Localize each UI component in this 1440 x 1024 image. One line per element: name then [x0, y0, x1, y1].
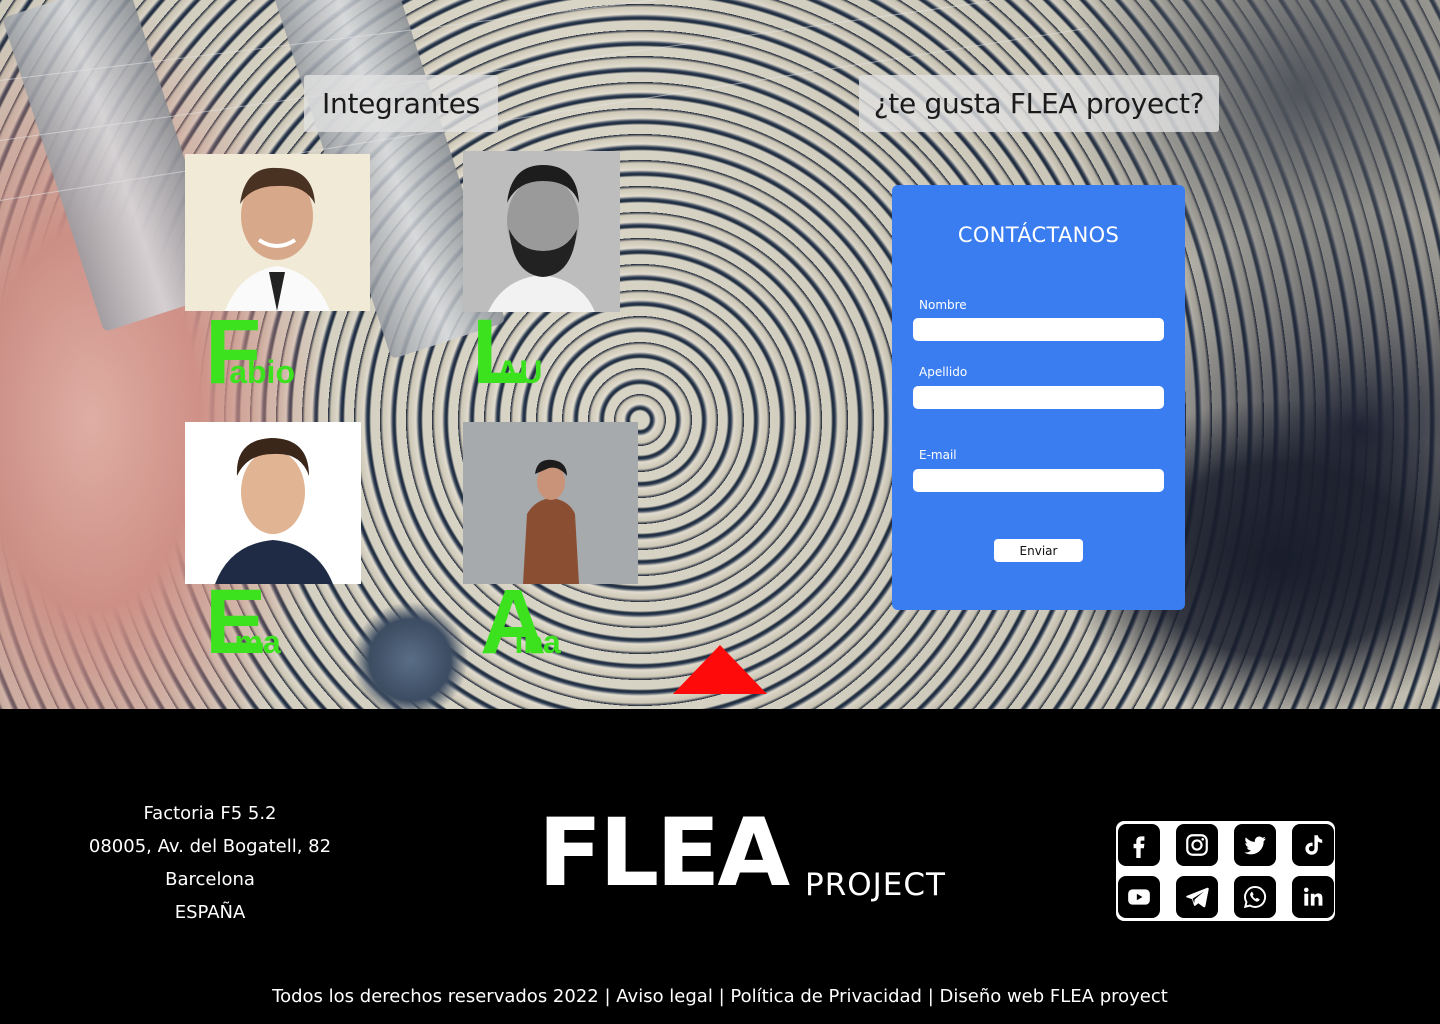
scroll-to-top-arrow-icon[interactable] [673, 645, 767, 694]
legal-notice-link[interactable]: Aviso legal [616, 986, 713, 1007]
logo-project: PROJECT [805, 867, 946, 903]
member-name-ema: Ema [205, 576, 281, 668]
facebook-icon[interactable] [1117, 824, 1160, 866]
youtube-icon[interactable] [1117, 876, 1160, 918]
send-button[interactable]: Enviar [994, 539, 1083, 562]
contact-form-title: CONTÁCTANOS [957, 223, 1120, 247]
member-photo-ema [185, 422, 361, 584]
member-name-fabio: Fabio [205, 306, 295, 398]
members-title: Integrantes [304, 75, 498, 132]
address-line: Barcelona [165, 869, 255, 890]
member-name-rest: AU [496, 354, 543, 390]
separator: | [604, 986, 611, 1007]
web-design-credit-link[interactable]: Diseño web FLEA proyect [940, 986, 1168, 1007]
email-label: E-mail [919, 448, 957, 462]
separator: | [718, 986, 725, 1007]
member-name-rest: abio [229, 354, 295, 390]
apellido-label: Apellido [919, 365, 968, 379]
twitter-icon[interactable] [1233, 824, 1276, 866]
separator: | [927, 986, 934, 1007]
logo-flea: FLEA [538, 799, 790, 908]
member-name-alba: Alba [480, 576, 561, 668]
member-photo-fabio [185, 154, 370, 311]
address-block: Factoria F5 5.2 08005, Av. del Bogatell,… [60, 797, 360, 929]
footer: Factoria F5 5.2 08005, Av. del Bogatell,… [0, 709, 1440, 1024]
copyright-text: Todos los derechos reservados 2022 [272, 986, 599, 1007]
address-line: 08005, Av. del Bogatell, 82 [88, 836, 332, 857]
address-line: Factoria F5 5.2 [143, 803, 277, 824]
nombre-input[interactable] [913, 318, 1164, 341]
hero-section: Integrantes ¿te gusta FLEA proyect? Fabi… [0, 0, 1440, 709]
member-photo-alba [463, 422, 638, 584]
social-links [1116, 821, 1335, 921]
member-name-rest: lba [514, 624, 561, 660]
tiktok-icon[interactable] [1291, 824, 1334, 866]
contact-form: CONTÁCTANOS Nombre Apellido E-mail Envia… [892, 185, 1185, 610]
address-line: ESPAÑA [174, 902, 246, 923]
member-name-rest: ma [234, 624, 281, 660]
contact-question-title: ¿te gusta FLEA proyect? [859, 75, 1219, 132]
nombre-label: Nombre [919, 298, 967, 312]
whatsapp-icon[interactable] [1233, 876, 1276, 918]
member-name-lau: LAU [472, 306, 542, 398]
apellido-input[interactable] [913, 386, 1164, 409]
privacy-policy-link[interactable]: Política de Privacidad [730, 986, 922, 1007]
legal-bar: Todos los derechos reservados 2022 | Avi… [0, 986, 1440, 1007]
linkedin-icon[interactable] [1291, 876, 1334, 918]
telegram-icon[interactable] [1175, 876, 1218, 918]
member-photo-lau [463, 151, 620, 312]
email-input[interactable] [913, 469, 1164, 492]
instagram-icon[interactable] [1175, 824, 1218, 866]
